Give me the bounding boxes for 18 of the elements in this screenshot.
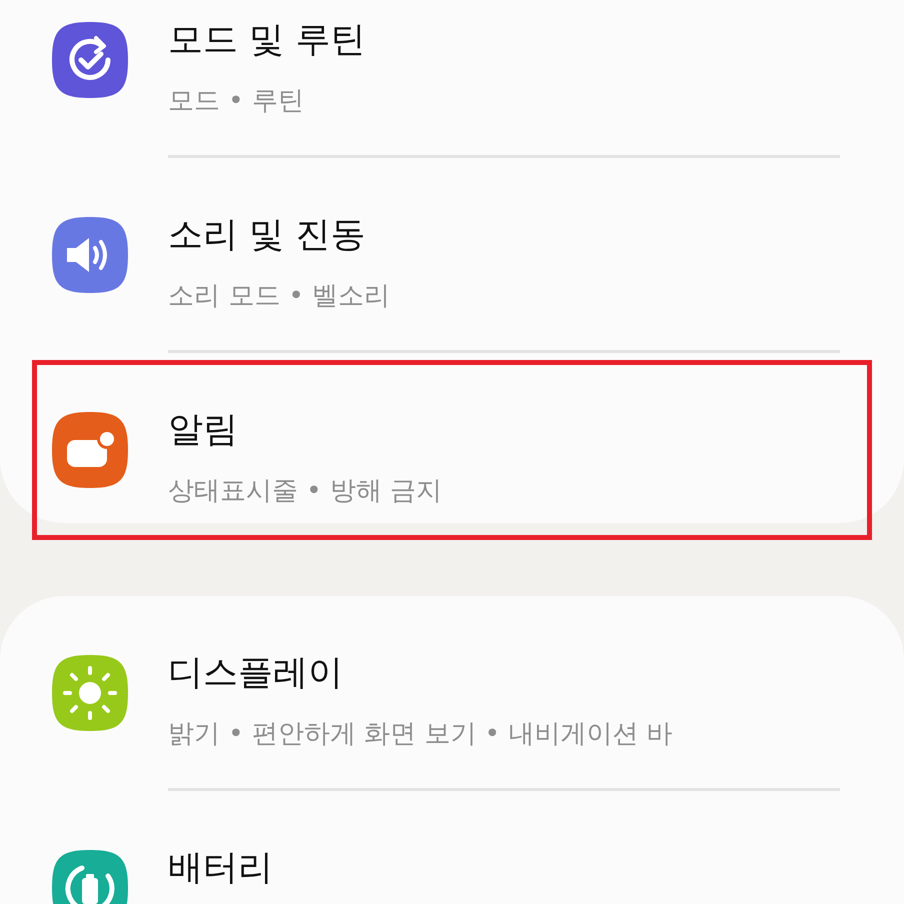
- settings-item[interactable]: 알림 상태표시줄 • 방해 금지: [0, 353, 904, 523]
- item-subtitle: 밝기 • 편안하게 화면 보기 • 내비게이션 바: [168, 718, 673, 751]
- item-title: 디스플레이: [168, 652, 343, 695]
- settings-item[interactable]: 디스플레이 밝기 • 편안하게 화면 보기 • 내비게이션 바: [0, 596, 904, 791]
- settings-item[interactable]: 배터리: [0, 791, 904, 904]
- item-subtitle: 상태표시줄 • 방해 금지: [168, 475, 442, 508]
- notification-icon: [52, 412, 128, 488]
- settings-item[interactable]: 소리 및 진동 소리 모드 • 벨소리: [0, 158, 904, 353]
- item-title: 소리 및 진동: [168, 214, 366, 257]
- speaker-icon: [52, 217, 128, 293]
- settings-item[interactable]: 모드 및 루틴 모드 • 루틴: [0, 0, 904, 158]
- item-subtitle: 소리 모드 • 벨소리: [168, 280, 390, 313]
- check-cycle-icon: [52, 22, 128, 98]
- item-title: 알림: [168, 409, 238, 452]
- item-title: 배터리: [168, 847, 273, 890]
- item-title: 모드 및 루틴: [168, 19, 366, 62]
- sun-icon: [52, 655, 128, 731]
- item-subtitle: 모드 • 루틴: [168, 85, 304, 118]
